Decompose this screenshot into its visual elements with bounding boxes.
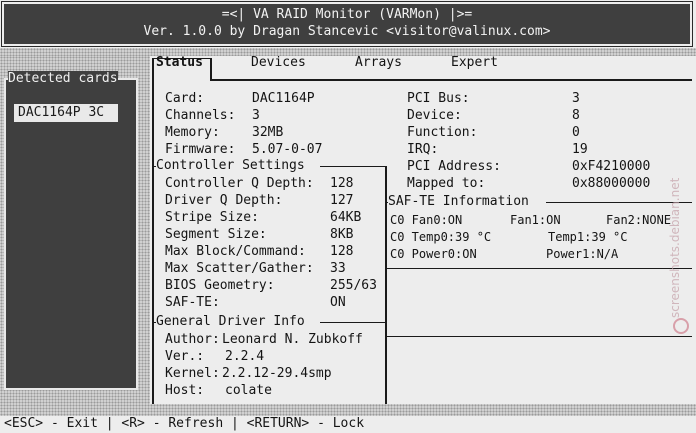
- controller-frame-top-right: [320, 166, 386, 167]
- controller-q-depth-label: Controller Q Depth:: [165, 176, 314, 191]
- author-value: Leonard N. Zubkoff: [222, 332, 363, 347]
- tab-strip-baseline: [210, 79, 692, 81]
- app-title: =<| VA RAID Monitor (VARMon) |>=: [221, 7, 473, 22]
- pci-address-value: 0xF4210000: [572, 159, 651, 174]
- saf-te-label: SAF-TE:: [165, 295, 220, 310]
- pci-address-label: PCI Address:: [407, 159, 501, 174]
- tab-status[interactable]: Status: [156, 55, 203, 70]
- detected-cards-panel: [4, 78, 138, 390]
- bios-geometry-value: 255/63: [330, 278, 377, 293]
- irq-value: 19: [572, 142, 588, 157]
- saf-te-value: ON: [330, 295, 346, 310]
- firmware-label: Firmware:: [165, 142, 236, 157]
- card-value: DAC1164P: [252, 91, 315, 106]
- saf-te-info-title: SAF-TE Information: [388, 194, 529, 210]
- memory-label: Memory:: [165, 125, 220, 140]
- kernel-value: 2.2.12-29.4smp: [222, 366, 332, 381]
- saf-te-fan2: Fan2:NONE: [606, 213, 672, 227]
- saf-te-power1: Power1:N/A: [546, 247, 619, 261]
- title-bar: =<| VA RAID Monitor (VARMon) |>= Ver. 1.…: [1, 1, 693, 47]
- irq-label: IRQ:: [407, 142, 439, 157]
- memory-value: 32MB: [252, 125, 284, 140]
- background-pattern-bottom: [0, 404, 696, 416]
- detected-cards-title: Detected cards: [8, 71, 118, 87]
- card-list-item[interactable]: DAC1164P 3C: [14, 104, 118, 122]
- tab-arrays[interactable]: Arrays: [355, 55, 402, 70]
- driver-frame-top-right: [320, 322, 386, 323]
- pci-bus-label: PCI Bus:: [407, 91, 470, 106]
- host-label: Host:: [165, 383, 205, 398]
- driver-q-depth-label: Driver Q Depth:: [165, 193, 283, 208]
- card-label: Card:: [165, 91, 205, 106]
- watermark-text: screenshots.debian.net: [668, 177, 682, 318]
- right-separator: [386, 336, 692, 337]
- controller-q-depth-value: 128: [330, 176, 354, 191]
- saf-te-power0: C0 Power0:ON: [390, 247, 477, 261]
- mapped-to-value: 0x88000000: [572, 176, 651, 191]
- general-driver-info-title: General Driver Info: [156, 314, 305, 330]
- controller-settings-title: Controller Settings: [156, 158, 305, 174]
- pci-function-value: 0: [572, 125, 580, 140]
- tab-status-right: [210, 58, 212, 80]
- background-pattern-top: [0, 48, 696, 56]
- pci-function-label: Function:: [407, 125, 478, 140]
- driver-ver-label: Ver.:: [165, 349, 205, 364]
- saf-te-frame-bottom: [386, 268, 692, 269]
- max-block-label: Max Block/Command:: [165, 244, 306, 259]
- max-scatter-value: 33: [330, 261, 346, 276]
- saf-te-temp1: Temp1:39 °C: [548, 230, 628, 244]
- saf-te-fan0: C0 Fan0:ON: [390, 213, 463, 227]
- pci-bus-value: 3: [572, 91, 580, 106]
- driver-q-depth-value: 127: [330, 193, 354, 208]
- segment-size-label: Segment Size:: [165, 227, 267, 242]
- saf-te-temp0: C0 Temp0:39 °C: [390, 230, 492, 244]
- driver-ver-value: 2.2.4: [225, 349, 265, 364]
- pci-device-label: Device:: [407, 108, 462, 123]
- stripe-size-value: 64KB: [330, 210, 362, 225]
- host-value: colate: [225, 383, 272, 398]
- channels-value: 3: [252, 108, 260, 123]
- max-scatter-label: Max Scatter/Gather:: [165, 261, 314, 276]
- max-block-value: 128: [330, 244, 354, 259]
- saf-te-fan1: Fan1:ON: [510, 213, 561, 227]
- key-hints-status-bar: <ESC> - Exit | <R> - Refresh | <RETURN> …: [4, 416, 365, 431]
- bios-geometry-label: BIOS Geometry:: [165, 278, 275, 293]
- stripe-size-label: Stripe Size:: [165, 210, 259, 225]
- kernel-label: Kernel:: [165, 366, 220, 381]
- app-subtitle: Ver. 1.0.0 by Dragan Stancevic <visitor@…: [143, 24, 551, 39]
- card-list-item-label: DAC1164P 3C: [18, 105, 105, 120]
- panel-left-border: [152, 58, 154, 404]
- mapped-to-label: Mapped to:: [407, 176, 486, 191]
- segment-size-value: 8KB: [330, 227, 354, 242]
- channels-label: Channels:: [165, 108, 236, 123]
- author-label: Author:: [165, 332, 220, 347]
- tab-devices[interactable]: Devices: [251, 55, 306, 70]
- firmware-value: 5.07-0-07: [252, 142, 323, 157]
- pci-device-value: 8: [572, 108, 580, 123]
- watermark-logo-icon: [673, 318, 689, 334]
- tab-expert[interactable]: Expert: [451, 55, 498, 70]
